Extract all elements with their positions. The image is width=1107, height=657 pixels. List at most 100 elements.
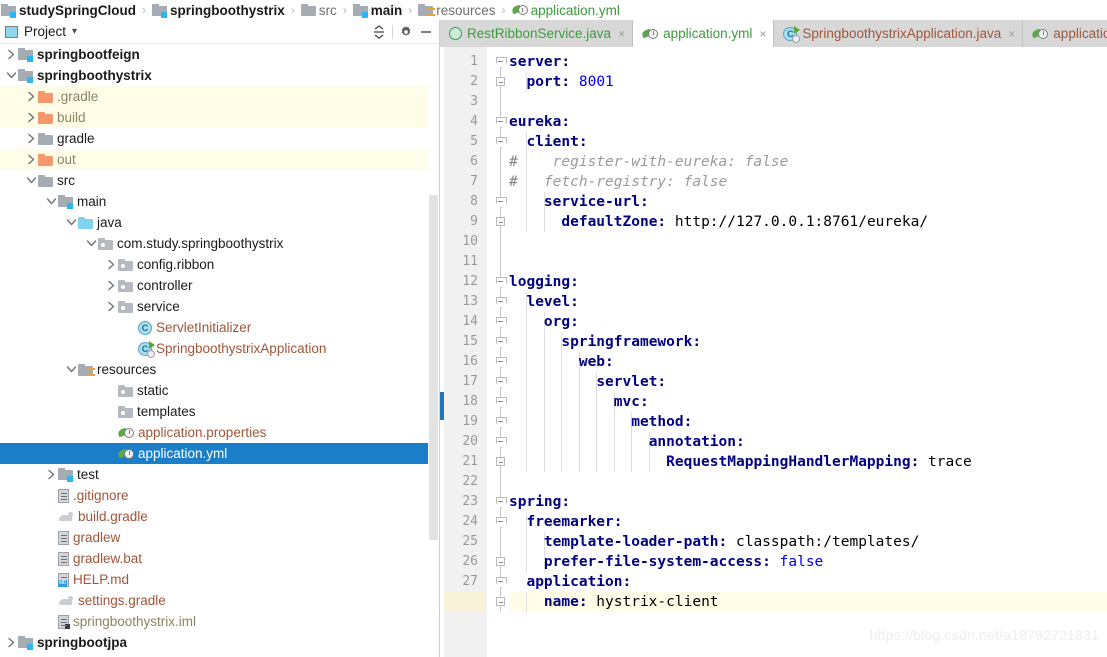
tree-item-springboothystrix[interactable]: springboothystrix — [0, 65, 440, 86]
chevron-down-icon[interactable] — [64, 359, 78, 380]
editor-tab-application-prop[interactable]: application.prop× — [1023, 20, 1107, 47]
chevron-down-icon[interactable] — [4, 65, 18, 86]
code-line[interactable]: method: — [509, 412, 1107, 432]
code-line[interactable]: springframework: — [509, 332, 1107, 352]
chevron-right-icon[interactable] — [4, 44, 18, 65]
tree-item-build[interactable]: build — [0, 107, 440, 128]
code-line[interactable]: name: hystrix-client — [509, 592, 1107, 612]
chevron-right-icon[interactable] — [104, 296, 118, 317]
fold-toggle-icon[interactable] — [496, 377, 506, 387]
tree-item-resources[interactable]: resources — [0, 359, 440, 380]
chevron-right-icon[interactable] — [104, 254, 118, 275]
code-line[interactable]: RequestMappingHandlerMapping: trace — [509, 452, 1107, 472]
breadcrumb-item-application-yml[interactable]: application.yml — [510, 0, 621, 20]
editor-tab-application-yml[interactable]: application.yml × — [633, 20, 775, 47]
code-line[interactable]: client: — [509, 132, 1107, 152]
code-line[interactable]: spring: — [509, 492, 1107, 512]
tree-item-templates[interactable]: templates — [0, 401, 440, 422]
tree-item-settings-gradle[interactable]: settings.gradle — [0, 590, 440, 611]
code-line[interactable] — [509, 252, 1107, 272]
code-editor[interactable]: 1 2 3 4 5 6 7 8 9 10 11 12 13 14 15 16 17 18 19 20 21 22 23 24 2… — [440, 47, 1107, 657]
chevron-right-icon[interactable] — [24, 86, 38, 107]
chevron-down-icon[interactable] — [84, 233, 98, 254]
code-line[interactable]: org: — [509, 312, 1107, 332]
close-tab-icon[interactable]: × — [759, 28, 766, 40]
fold-toggle-icon[interactable] — [496, 577, 506, 587]
code-line[interactable] — [509, 472, 1107, 492]
tree-item-main[interactable]: main — [0, 191, 440, 212]
code-folding-gutter[interactable] — [487, 47, 509, 657]
code-line[interactable]: template-loader-path: classpath:/templat… — [509, 532, 1107, 552]
fold-toggle-icon[interactable] — [496, 517, 506, 527]
code-content[interactable]: server: port: 8001 eureka: client: # regi… — [509, 47, 1107, 657]
tree-item-springboothystrixapplication[interactable]: C SpringboothystrixApplication — [0, 338, 440, 359]
fold-toggle-icon[interactable] — [496, 597, 505, 606]
fold-toggle-icon[interactable] — [496, 457, 505, 466]
fold-toggle-icon[interactable] — [496, 557, 505, 566]
fold-toggle-icon[interactable] — [496, 57, 506, 67]
chevron-down-icon[interactable] — [24, 170, 38, 191]
tree-scrollbar-thumb[interactable] — [429, 195, 438, 540]
tree-item-config-ribbon[interactable]: config.ribbon — [0, 254, 440, 275]
gear-icon[interactable] — [396, 22, 416, 42]
tree-item-static[interactable]: static — [0, 380, 440, 401]
breadcrumb-item-resources[interactable]: resources — [417, 0, 496, 20]
hide-window-icon[interactable] — [416, 22, 436, 42]
code-line[interactable]: annotation: — [509, 432, 1107, 452]
breadcrumb-item-springboothystrix[interactable]: springboothystrix — [151, 0, 286, 20]
collapse-all-icon[interactable] — [369, 22, 389, 42]
code-line[interactable]: port: 8001 — [509, 72, 1107, 92]
editor-tab-springboothystrixapplication-java[interactable]: C SpringboothystrixApplication.java × — [774, 20, 1024, 47]
tree-item-java[interactable]: java — [0, 212, 440, 233]
tree-item-service[interactable]: service — [0, 296, 440, 317]
fold-toggle-icon[interactable] — [496, 197, 506, 207]
tree-item--gradle[interactable]: .gradle — [0, 86, 440, 107]
project-dropdown-caret-icon[interactable]: ▾ — [72, 26, 77, 37]
chevron-right-icon[interactable] — [24, 149, 38, 170]
code-line[interactable]: logging: — [509, 272, 1107, 292]
tree-item--gitignore[interactable]: .gitignore — [0, 485, 440, 506]
tree-item-application-yml[interactable]: application.yml — [0, 443, 440, 464]
code-line[interactable]: mvc: — [509, 392, 1107, 412]
code-line[interactable]: # register-with-eureka: false — [509, 152, 1107, 172]
tree-item-application-properties[interactable]: application.properties — [0, 422, 440, 443]
fold-toggle-icon[interactable] — [496, 217, 505, 226]
breadcrumb-item-main[interactable]: main — [352, 0, 404, 20]
code-line[interactable]: level: — [509, 292, 1107, 312]
chevron-down-icon[interactable] — [64, 212, 78, 233]
fold-toggle-icon[interactable] — [496, 277, 506, 287]
tree-item-springboothystrix-iml[interactable]: springboothystrix.iml — [0, 611, 440, 632]
code-line[interactable]: web: — [509, 352, 1107, 372]
chevron-right-icon[interactable] — [24, 107, 38, 128]
fold-toggle-icon[interactable] — [496, 337, 506, 347]
code-line[interactable]: freemarker: — [509, 512, 1107, 532]
breadcrumb-item-src[interactable]: src — [300, 0, 338, 20]
fold-toggle-icon[interactable] — [496, 77, 505, 86]
code-line[interactable] — [509, 92, 1107, 112]
chevron-right-icon[interactable] — [4, 632, 18, 653]
fold-toggle-icon[interactable] — [496, 357, 506, 367]
code-line[interactable] — [509, 232, 1107, 252]
tree-item-controller[interactable]: controller — [0, 275, 440, 296]
fold-toggle-icon[interactable] — [496, 317, 506, 327]
tree-item-out[interactable]: out — [0, 149, 440, 170]
tree-item-gradle[interactable]: gradle — [0, 128, 440, 149]
chevron-right-icon[interactable] — [104, 275, 118, 296]
tree-item-help-md[interactable]: MD HELP.md — [0, 569, 440, 590]
code-line[interactable]: defaultZone: http://127.0.0.1:8761/eurek… — [509, 212, 1107, 232]
code-line[interactable]: eureka: — [509, 112, 1107, 132]
tree-item-test[interactable]: test — [0, 464, 440, 485]
tree-scrollbar-track[interactable] — [428, 44, 439, 657]
tree-item-build-gradle[interactable]: build.gradle — [0, 506, 440, 527]
tree-item-src[interactable]: src — [0, 170, 440, 191]
fold-toggle-icon[interactable] — [496, 137, 506, 147]
close-tab-icon[interactable]: × — [1008, 28, 1015, 40]
code-line[interactable]: # fetch-registry: false — [509, 172, 1107, 192]
editor-tab-restribbonservice-java[interactable]: RestRibbonService.java × — [440, 20, 634, 47]
breadcrumb-item-studyspringcloud[interactable]: studySpringCloud — [0, 0, 137, 20]
close-tab-icon[interactable]: × — [618, 28, 625, 40]
project-tree[interactable]: springbootfeign springboothystrix .gradle b… — [0, 44, 440, 657]
tree-item-springbootfeign[interactable]: springbootfeign — [0, 44, 440, 65]
chevron-down-icon[interactable] — [44, 191, 58, 212]
fold-toggle-icon[interactable] — [496, 437, 506, 447]
